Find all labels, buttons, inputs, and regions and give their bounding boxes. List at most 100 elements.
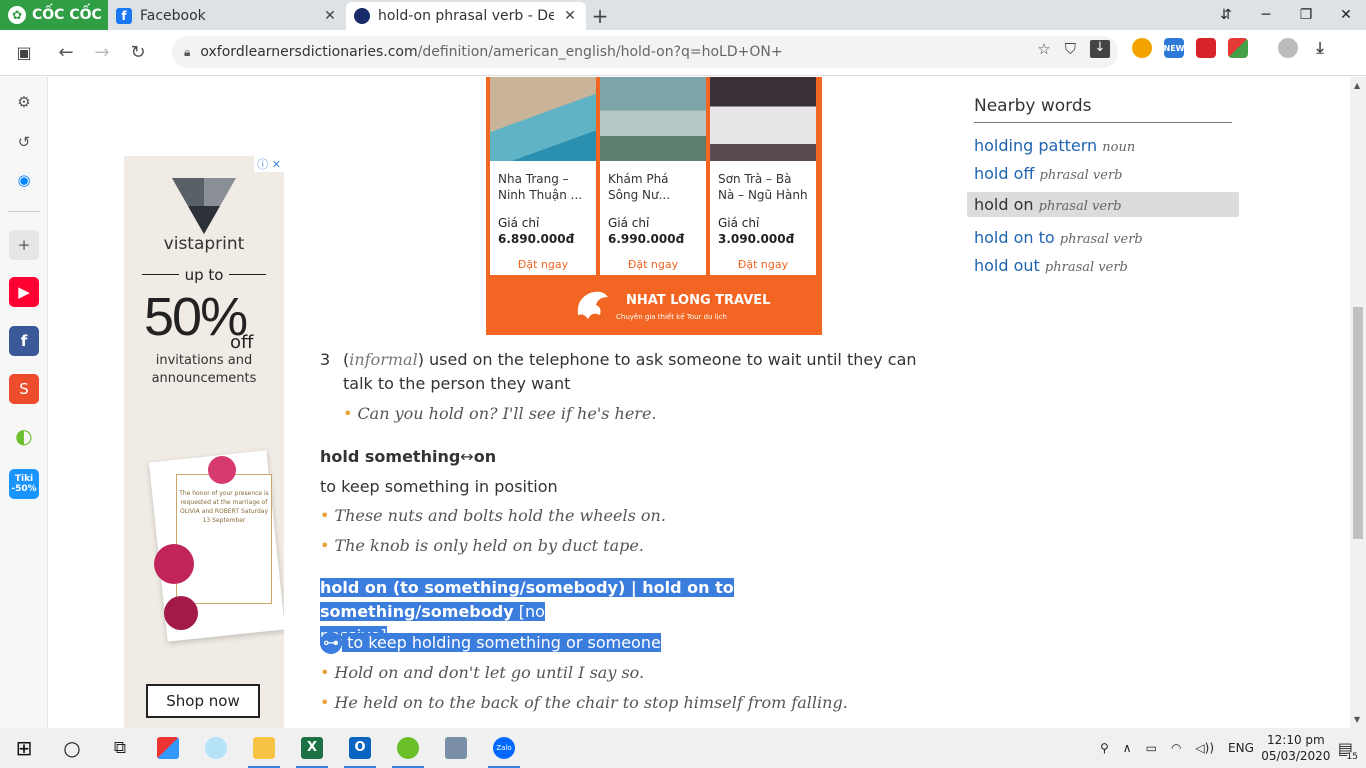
upto-text: up to [142, 266, 266, 284]
task-view-icon[interactable]: ⧉ [96, 728, 144, 768]
gear-icon[interactable]: ⚙ [9, 87, 39, 117]
windows-taskbar: ⊞ ○ ⧉ X O Zalo ⚲ ∧ ▭ ◠ ◁)) ENG 12:10 pm … [0, 728, 1366, 768]
search-icon[interactable]: ○ [48, 728, 96, 768]
sense-definition: (informal) used on the telephone to ask … [343, 350, 917, 393]
zalo-icon[interactable]: Zalo [480, 728, 528, 768]
nhat-long-travel-logo: NHAT LONG TRAVEL Chuyên gia thiết kế Tou… [572, 285, 772, 325]
vistaprint-ad[interactable]: ⓘ ✕ vistaprint up to 50% off invitations… [124, 156, 284, 728]
downloads-icon[interactable]: ⤓ [1310, 38, 1330, 58]
product-price: Giá chỉ 6.990.000đ [608, 216, 685, 246]
nearby-word-link[interactable]: hold on to phrasal verb [974, 228, 1143, 247]
left-sidebar: ⚙ ↺ ◉ + ▶ f S ◐ Tiki -50% [0, 77, 48, 728]
add-shortcut-icon[interactable]: + [9, 230, 39, 260]
clock[interactable]: 12:10 pm 05/03/2020 [1261, 732, 1331, 764]
example-sentence: • The knob is only held on by duct tape. [320, 536, 644, 555]
url-domain: oxfordlearnersdictionaries.com [200, 44, 418, 60]
restore-button[interactable]: ❐ [1286, 0, 1326, 30]
coccoc-app-icon[interactable]: ◐ [9, 421, 39, 451]
new-badge-icon[interactable]: NEW [1164, 38, 1185, 58]
scroll-down-icon[interactable]: ▼ [1354, 715, 1360, 724]
lock-icon: 🔒︎ [184, 44, 191, 59]
colorful-ext-icon[interactable] [1228, 38, 1248, 58]
scrollbar-thumb[interactable] [1353, 307, 1363, 539]
nearby-words-heading: Nearby words [974, 96, 1232, 123]
book-now-link[interactable]: Đặt ngay [490, 258, 596, 271]
vistaprint-brand: vistaprint [163, 234, 245, 254]
sense-number: 3 [320, 350, 331, 369]
system-tray: ⚲ ∧ ▭ ◠ ◁)) ENG 12:10 pm 05/03/2020 ▤ 15 [1093, 728, 1366, 768]
example-sentence: • Can you hold on? I'll see if he's here. [343, 404, 657, 423]
nearby-word-link[interactable]: hold out phrasal verb [974, 256, 1128, 275]
ad-product-card[interactable]: Khám Phá Sông Nư... Giá chỉ 6.990.000đ Đặ… [600, 77, 706, 275]
outlook-icon[interactable]: O [336, 728, 384, 768]
snipping-tool-icon[interactable] [432, 728, 480, 768]
new-tab-button[interactable]: + [586, 2, 614, 30]
scroll-up-icon[interactable]: ▲ [1354, 81, 1360, 90]
people-icon[interactable]: ⚲ [1093, 741, 1116, 755]
oxford-icon [354, 8, 370, 24]
tab-bar: ✿ CỐC CỐC f Facebook ✕ hold-on phrasal v… [0, 0, 1366, 30]
product-price: Giá chỉ 3.090.000đ [718, 216, 795, 246]
book-now-link[interactable]: Đặt ngay [710, 258, 816, 271]
adchoices-icon[interactable]: ⓘ ✕ [254, 156, 284, 172]
red-ext-icon[interactable] [1196, 38, 1216, 58]
flower-image [208, 456, 236, 484]
nearby-word-link[interactable]: hold off phrasal verb [974, 164, 1122, 183]
nearby-word-current[interactable]: hold on phrasal verb [967, 192, 1239, 217]
download-icon[interactable]: ↓ [1090, 40, 1110, 58]
travel-ad[interactable]: Nha Trang – Ninh Thuận ... Giá chỉ 6.890.… [486, 77, 822, 335]
history-icon[interactable]: ↺ [9, 127, 39, 157]
language-indicator[interactable]: ENG [1221, 741, 1261, 755]
page-scrollbar[interactable]: ▲ ▼ [1350, 77, 1366, 728]
product-image [710, 77, 816, 161]
facebook-icon: f [116, 8, 132, 24]
bookmark-star-icon[interactable]: ☆ [1037, 40, 1050, 58]
ad-tagline: invitations and announcements [151, 353, 257, 386]
product-image [490, 77, 596, 161]
paint-app-icon[interactable] [192, 728, 240, 768]
notification-center-icon[interactable]: ▤ 15 [1331, 739, 1360, 762]
shopee-icon[interactable]: S [9, 374, 39, 404]
facebook-shortcut-icon[interactable]: f [9, 326, 39, 356]
discount-off: off [230, 332, 254, 353]
battery-icon[interactable]: ▭ [1139, 741, 1164, 755]
flower-image [154, 544, 194, 584]
browser-menu-button[interactable]: ✿ CỐC CỐC [0, 0, 108, 30]
forward-button[interactable]: → [84, 35, 120, 71]
tab-facebook[interactable]: f Facebook ✕ [108, 2, 346, 30]
tab-search-icon[interactable]: ⇵ [1206, 0, 1246, 30]
show-hidden-icons[interactable]: ∧ [1116, 741, 1139, 755]
youtube-icon[interactable]: ▶ [9, 277, 39, 307]
coccoc-taskbar-icon[interactable] [384, 728, 432, 768]
gallery-app-icon[interactable] [144, 728, 192, 768]
flower-image [164, 596, 198, 630]
chrome-ext-icon[interactable] [1132, 38, 1152, 58]
dragon-logo-icon [577, 291, 608, 319]
ad-product-card[interactable]: Nha Trang – Ninh Thuận ... Giá chỉ 6.890.… [490, 77, 596, 275]
close-window-button[interactable]: ✕ [1326, 0, 1366, 30]
volume-icon[interactable]: ◁)) [1188, 741, 1221, 755]
file-explorer-icon[interactable] [240, 728, 288, 768]
back-button[interactable]: ← [48, 35, 84, 71]
product-title: Khám Phá Sông Nư... [608, 172, 671, 202]
windows-start-icon[interactable]: ⊞ [0, 728, 48, 768]
close-tab-icon[interactable]: ✕ [322, 8, 338, 24]
tab-oxford[interactable]: hold-on phrasal verb - Definit ✕ [346, 2, 586, 30]
ad-product-card[interactable]: Sơn Trà – Bà Nà – Ngũ Hành ... Giá chỉ 3.… [710, 77, 816, 275]
close-tab-icon[interactable]: ✕ [562, 8, 578, 24]
address-bar[interactable]: 🔒︎ oxfordlearnersdictionaries.com/defini… [172, 36, 1118, 68]
excel-icon[interactable]: X [288, 728, 336, 768]
shield-icon[interactable]: ⛉ [1065, 40, 1076, 58]
reload-button[interactable]: ↻ [120, 35, 156, 71]
tiki-icon[interactable]: Tiki -50% [9, 469, 39, 499]
book-now-link[interactable]: Đặt ngay [600, 258, 706, 271]
minimize-button[interactable]: ─ [1246, 0, 1286, 30]
sidebar-toggle-icon[interactable]: ▣ [0, 43, 48, 62]
nearby-word-link[interactable]: holding pattern noun [974, 136, 1135, 155]
notification-count: 15 [1346, 751, 1358, 762]
shop-now-button[interactable]: Shop now [146, 684, 260, 718]
product-image [600, 77, 706, 161]
profile-avatar[interactable] [1278, 38, 1298, 58]
wifi-icon[interactable]: ◠ [1164, 741, 1188, 755]
messenger-icon[interactable]: ◉ [9, 165, 39, 195]
